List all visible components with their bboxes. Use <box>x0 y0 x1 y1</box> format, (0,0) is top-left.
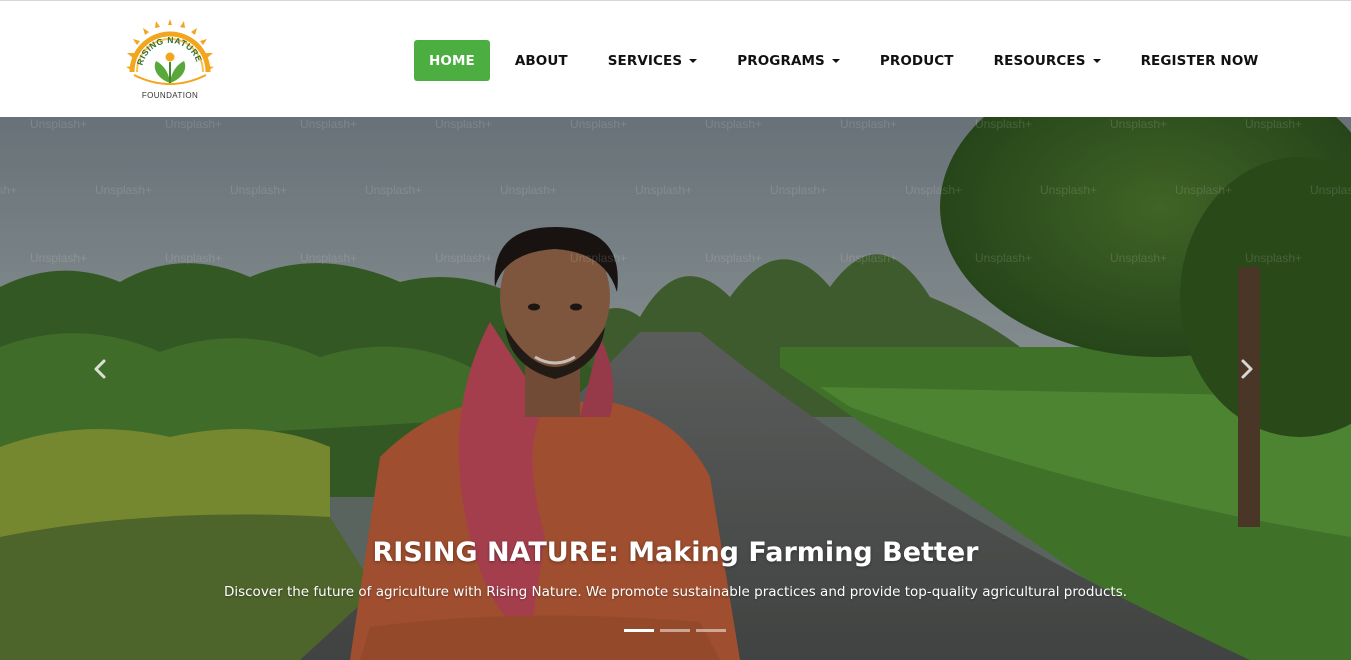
nav-programs-label: PROGRAMS <box>737 52 825 69</box>
caret-down-icon <box>1092 59 1101 63</box>
nav-about[interactable]: ABOUT <box>515 40 568 81</box>
nav-home[interactable]: HOME <box>414 40 490 81</box>
hero-description: Discover the future of agriculture with … <box>223 584 1128 600</box>
site-header: RISING NATURE FOUNDATION HOME ABOUT SERV… <box>0 0 1351 117</box>
chevron-left-icon <box>94 359 106 379</box>
nav-resources-label: RESOURCES <box>993 52 1086 69</box>
caret-down-icon <box>689 59 698 63</box>
nav-register-now-label: REGISTER NOW <box>1140 52 1259 69</box>
carousel-indicator-3[interactable] <box>696 629 726 632</box>
logo-subtitle: FOUNDATION <box>141 91 199 100</box>
main-navigation: HOME ABOUT SERVICES PROGRAMS PRODUCT RES… <box>414 40 1258 81</box>
nav-product[interactable]: PRODUCT <box>880 40 954 81</box>
caret-down-icon <box>831 59 840 63</box>
carousel-indicators <box>624 629 726 632</box>
nav-services[interactable]: SERVICES <box>607 40 698 81</box>
nav-about-label: ABOUT <box>514 52 568 69</box>
chevron-right-icon <box>1241 359 1253 379</box>
carousel-indicator-2[interactable] <box>660 629 690 632</box>
nav-resources[interactable]: RESOURCES <box>994 40 1101 81</box>
carousel-indicator-1[interactable] <box>624 629 654 632</box>
carousel-prev-button[interactable] <box>80 349 120 389</box>
hero-title: RISING NATURE: Making Farming Better <box>372 537 979 568</box>
brand-logo[interactable]: RISING NATURE FOUNDATION <box>120 17 220 103</box>
sun-leaf-logo-icon: RISING NATURE <box>126 19 214 85</box>
hero-carousel: Unsplash+Unsplash+Unsplash+Unsplash+Unsp… <box>0 117 1351 660</box>
carousel-next-button[interactable] <box>1227 349 1267 389</box>
nav-programs[interactable]: PROGRAMS <box>737 40 840 81</box>
nav-services-label: SERVICES <box>607 52 683 69</box>
nav-product-label: PRODUCT <box>879 52 954 69</box>
nav-home-label: HOME <box>429 52 475 69</box>
hero-overlay <box>0 117 1351 660</box>
nav-register-now[interactable]: REGISTER NOW <box>1141 40 1259 81</box>
